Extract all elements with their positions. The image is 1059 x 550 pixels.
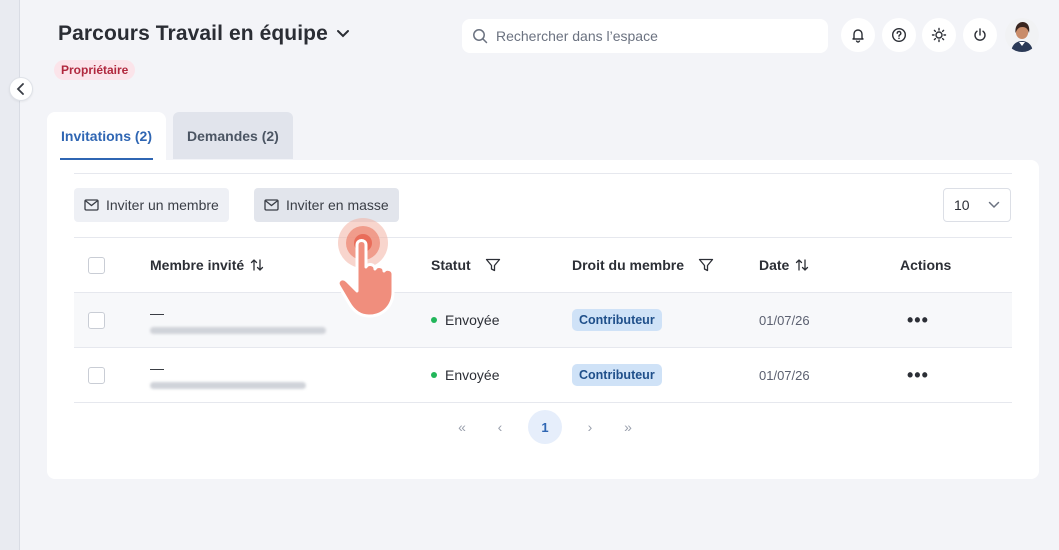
- avatar[interactable]: [1005, 18, 1039, 52]
- column-status: Statut: [431, 238, 501, 292]
- column-actions: Actions: [900, 257, 952, 273]
- chevron-down-icon: [988, 201, 1000, 209]
- actions-cell: •••: [907, 348, 929, 402]
- status-dot: [431, 317, 437, 323]
- notifications-button[interactable]: [841, 18, 875, 52]
- actions-cell: •••: [907, 293, 929, 347]
- workspace-title[interactable]: Parcours Travail en équipe: [58, 22, 350, 46]
- role-chip: Contributeur: [572, 364, 662, 386]
- invite-member-button[interactable]: Inviter un membre: [74, 188, 229, 222]
- search-box[interactable]: [462, 19, 828, 53]
- status-text: Envoyée: [445, 312, 500, 328]
- column-date-label: Date: [759, 257, 790, 273]
- redacted-email: [150, 381, 306, 389]
- bulk-invite-label: Inviter en masse: [286, 197, 389, 213]
- page-size-value: 10: [954, 197, 970, 213]
- role-chip: Contributeur: [572, 309, 662, 331]
- column-status-label: Statut: [431, 257, 471, 273]
- help-button[interactable]: [882, 18, 916, 52]
- right-cell: Contributeur: [572, 293, 662, 347]
- table-header: Membre invité Statut Droit du membre Dat…: [74, 237, 1012, 293]
- select-all-checkbox[interactable]: [88, 256, 105, 274]
- column-right-label: Droit du membre: [572, 257, 685, 273]
- help-icon: [891, 27, 907, 43]
- column-member-label: Membre invité: [150, 257, 245, 273]
- row-checkbox[interactable]: [88, 366, 105, 384]
- mail-icon: [84, 199, 99, 211]
- search-icon: [473, 29, 488, 44]
- date-cell: 01/07/26: [759, 367, 810, 383]
- sort-icon[interactable]: [795, 258, 809, 272]
- tab-bar: Invitations (2) Demandes (2): [47, 112, 293, 160]
- current-page-button[interactable]: 1: [528, 410, 562, 444]
- tab-requests[interactable]: Demandes (2): [173, 112, 293, 159]
- table-row[interactable]: — Envoyée Contributeur 01/07/26 •••: [74, 348, 1012, 403]
- column-member[interactable]: Membre invité: [150, 238, 264, 292]
- role-badge: Propriétaire: [54, 60, 136, 80]
- invitations-panel: Inviter un membre Inviter en masse 10 Me…: [47, 160, 1039, 479]
- next-page-button[interactable]: ›: [580, 417, 600, 437]
- invitations-table: Membre invité Statut Droit du membre Dat…: [74, 237, 1012, 403]
- bulk-invite-button[interactable]: Inviter en masse: [254, 188, 399, 222]
- bell-icon: [852, 29, 864, 43]
- more-actions-button[interactable]: •••: [907, 310, 929, 331]
- column-date[interactable]: Date: [759, 238, 809, 292]
- theme-toggle-button[interactable]: [922, 18, 956, 52]
- logout-button[interactable]: [963, 18, 997, 52]
- row-checkbox[interactable]: [88, 311, 105, 329]
- page-title: Parcours Travail en équipe: [58, 22, 328, 45]
- pagination: « ‹ 1 › »: [452, 410, 638, 444]
- last-page-button[interactable]: »: [618, 417, 638, 437]
- more-actions-button[interactable]: •••: [907, 365, 929, 386]
- chevron-left-icon: [16, 83, 24, 95]
- member-cell: —: [150, 348, 306, 402]
- date-cell: 01/07/26: [759, 312, 810, 328]
- search-input[interactable]: [496, 28, 796, 44]
- status-dot: [431, 372, 437, 378]
- redacted-email: [150, 326, 326, 334]
- status-text: Envoyée: [445, 367, 500, 383]
- filter-icon[interactable]: [485, 258, 501, 272]
- first-page-button[interactable]: «: [452, 417, 472, 437]
- page-size-select[interactable]: 10: [943, 188, 1011, 222]
- avatar-image: [1005, 18, 1039, 52]
- divider: [74, 173, 1012, 174]
- table-row[interactable]: — Envoyée Contributeur 01/07/26 •••: [74, 293, 1012, 348]
- tab-invitations[interactable]: Invitations (2): [47, 112, 167, 160]
- sidebar-collapse-button[interactable]: [9, 77, 33, 101]
- sun-icon: [931, 27, 947, 43]
- column-right: Droit du membre: [572, 238, 714, 292]
- member-name: —: [150, 304, 164, 321]
- chevron-down-icon: [336, 30, 349, 38]
- sort-icon[interactable]: [250, 258, 264, 272]
- mail-icon: [264, 199, 279, 211]
- right-cell: Contributeur: [572, 348, 662, 402]
- invite-member-label: Inviter un membre: [106, 197, 219, 213]
- status-cell: Envoyée: [431, 348, 499, 402]
- member-name: —: [150, 359, 164, 376]
- power-icon: [974, 28, 986, 41]
- prev-page-button[interactable]: ‹: [490, 417, 510, 437]
- filter-icon[interactable]: [698, 258, 714, 272]
- member-cell: —: [150, 293, 326, 347]
- status-cell: Envoyée: [431, 293, 499, 347]
